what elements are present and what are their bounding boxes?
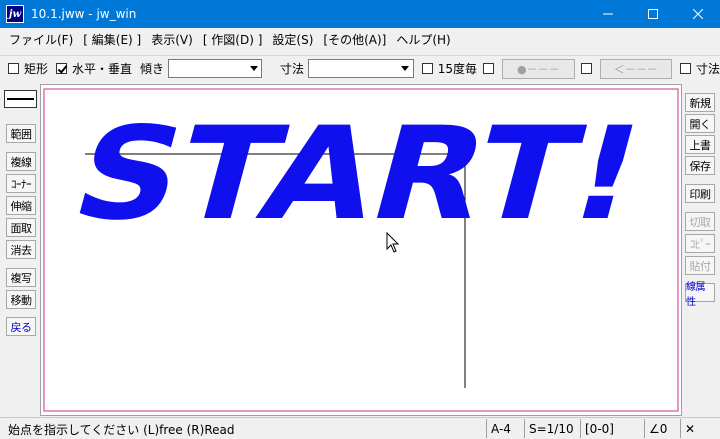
left-tool-panel: 範囲 複線 ｺｰﾅｰ 伸縮 面取 消去 複写 移動 戻る <box>0 84 40 412</box>
close-status-icon[interactable]: ✕ <box>680 419 720 438</box>
btn-b-checkbox[interactable] <box>580 63 597 74</box>
line-mode-b-button[interactable]: ＜－－－ <box>599 58 672 79</box>
tool-offset[interactable]: 複線 <box>6 152 36 171</box>
tool-chamfer[interactable]: 面取 <box>6 218 36 237</box>
window-title: 10.1.jww - jw_win <box>31 7 137 21</box>
rect-checkbox[interactable]: 矩形 <box>8 60 48 77</box>
deg15-checkbox[interactable]: 15度毎 <box>421 60 478 77</box>
last-checkbox[interactable]: 寸法 <box>679 60 720 77</box>
control-bar: 矩形 水平・垂直 傾き 寸法 15度毎 ●－－－ ＜－－－ 寸法 <box>0 55 720 81</box>
tilt-label: 傾き <box>140 62 165 76</box>
tool-move[interactable]: 移動 <box>6 290 36 309</box>
dim-label: 寸法 <box>280 62 305 76</box>
status-bar: 始点を指示してください (L)free (R)Read A-4 S=1/10 [… <box>0 417 720 439</box>
tool-undo[interactable]: 戻る <box>6 317 36 336</box>
tool-corner[interactable]: ｺｰﾅｰ <box>6 174 36 193</box>
tool-erase[interactable]: 消去 <box>6 240 36 259</box>
horizvert-checkbox[interactable]: 水平・垂直 <box>56 60 132 77</box>
edit-cut[interactable]: 切取 <box>685 212 715 231</box>
layer-display[interactable]: [0-0] <box>580 419 644 438</box>
menu-settings[interactable]: 設定(S) <box>267 28 318 52</box>
tool-stretch[interactable]: 伸縮 <box>6 196 36 215</box>
maximize-icon <box>647 9 658 19</box>
rect-label: 矩形 <box>24 62 49 76</box>
file-new[interactable]: 新規 <box>685 93 715 112</box>
btn-a-checkbox[interactable] <box>483 63 499 74</box>
edit-copy[interactable]: ｺﾋﾟｰ <box>685 234 715 253</box>
horizvert-label: 水平・垂直 <box>72 62 133 76</box>
close-icon <box>692 9 703 19</box>
file-open[interactable]: 開く <box>685 114 715 133</box>
canvas-drawing: START! <box>43 88 679 412</box>
menu-help[interactable]: ヘルプ(H) <box>391 28 455 52</box>
minimize-icon <box>602 13 613 15</box>
deg15-label: 15度毎 <box>437 62 478 76</box>
scale-display[interactable]: S=1/10 <box>524 419 580 438</box>
rect-checkbox-box[interactable] <box>8 63 19 74</box>
tool-range[interactable]: 範囲 <box>6 124 36 143</box>
menu-bar: ファイル(F) [ 編集(E) ] 表示(V) [ 作図(D) ] 設定(S) … <box>0 28 720 52</box>
last-checkbox-box[interactable] <box>679 63 691 74</box>
btn-b-checkbox-box[interactable] <box>580 63 592 74</box>
chevron-down-icon[interactable] <box>397 60 413 77</box>
maximize-button[interactable] <box>630 0 675 28</box>
deg15-checkbox-box[interactable] <box>421 63 433 74</box>
file-print[interactable]: 印刷 <box>685 184 715 203</box>
file-save[interactable]: 保存 <box>685 156 715 175</box>
menu-view[interactable]: 表示(V) <box>146 28 198 52</box>
paper-size[interactable]: A-4 <box>486 419 524 438</box>
edit-paste[interactable]: 貼付 <box>685 256 715 275</box>
menu-edit[interactable]: [ 編集(E) ] <box>78 28 146 52</box>
tool-copy[interactable]: 複写 <box>6 268 36 287</box>
drawing-canvas[interactable]: START! <box>40 84 682 416</box>
minimize-button[interactable] <box>585 0 630 28</box>
title-bar: jw 10.1.jww - jw_win <box>0 0 720 28</box>
dim-combo[interactable] <box>308 59 414 78</box>
chevron-down-icon[interactable] <box>246 60 262 77</box>
angle-display[interactable]: ∠0 <box>644 419 680 438</box>
menu-other[interactable]: [その他(A)] <box>318 28 391 52</box>
line-attributes-button[interactable]: 線属性 <box>685 282 715 308</box>
close-button[interactable] <box>675 0 720 28</box>
tilt-combo[interactable] <box>168 59 263 78</box>
horizvert-checkbox-box[interactable] <box>56 63 68 74</box>
start-text: START! <box>59 99 659 248</box>
menu-draw[interactable]: [ 作図(D) ] <box>198 28 268 52</box>
file-overwrite[interactable]: 上書 <box>685 135 715 154</box>
right-tool-panel: 新規 開く 上書 保存 印刷 切取 ｺﾋﾟｰ 貼付 線属性 <box>682 84 720 412</box>
menu-file[interactable]: ファイル(F) <box>4 28 78 52</box>
status-message: 始点を指示してください (L)free (R)Read <box>8 423 235 437</box>
line-style-indicator[interactable] <box>4 90 37 108</box>
last-label: 寸法 <box>695 62 720 76</box>
line-mode-a-button[interactable]: ●－－－ <box>502 58 575 79</box>
btn-a-checkbox-box[interactable] <box>483 63 495 74</box>
app-icon: jw <box>6 5 24 23</box>
